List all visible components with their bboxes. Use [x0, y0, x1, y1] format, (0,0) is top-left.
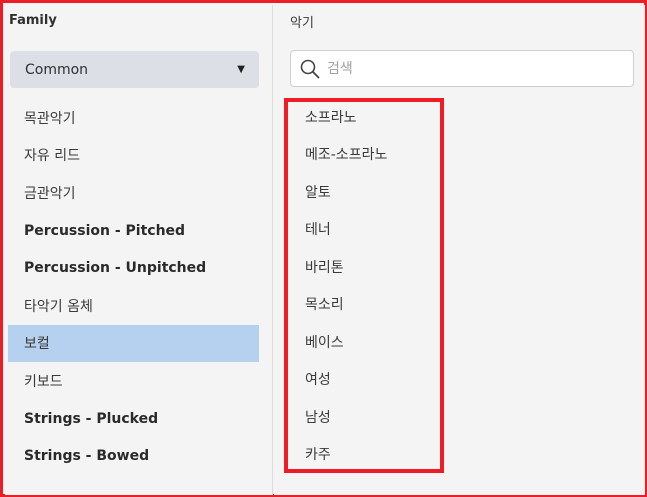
family-item[interactable]: Strings - Plucked — [8, 400, 259, 438]
search-icon — [300, 59, 320, 78]
family-item[interactable]: 키보드 — [8, 362, 259, 400]
family-filter-dropdown[interactable]: Common ▼ — [10, 51, 259, 88]
family-item[interactable]: Percussion - Unpitched — [8, 249, 259, 287]
search-input[interactable] — [327, 60, 617, 77]
caret-down-icon: ▼ — [237, 64, 245, 75]
family-item[interactable]: 자유 리드 — [8, 137, 259, 175]
family-item[interactable]: 목관악기 — [8, 99, 259, 137]
window-frame: Family Common ▼ 목관악기 자유 리드 금관악기 Percussion … — [0, 0, 647, 497]
family-item[interactable]: Strings - Bowed — [8, 437, 259, 475]
instrument-panel: 악기 소프라노메조-소프라노알토테너바리톤목소리베이스여성남성카주 — [274, 5, 645, 495]
search-box[interactable] — [290, 50, 634, 87]
family-item[interactable]: Percussion - Pitched — [8, 212, 259, 250]
family-item[interactable]: 금관악기 — [8, 174, 259, 212]
family-list: 목관악기 자유 리드 금관악기 Percussion - Pitched Percuss… — [8, 99, 259, 475]
family-panel: Family Common ▼ 목관악기 자유 리드 금관악기 Percussion … — [5, 5, 273, 495]
family-item[interactable]: 타악기 옴체 — [8, 287, 259, 325]
family-filter-value: Common — [25, 61, 89, 78]
instrument-panel-title: 악기 — [290, 16, 314, 31]
family-item[interactable]: 보컬 — [8, 324, 259, 363]
family-panel-title: Family — [9, 13, 57, 28]
annotation-highlight-box — [284, 98, 444, 473]
